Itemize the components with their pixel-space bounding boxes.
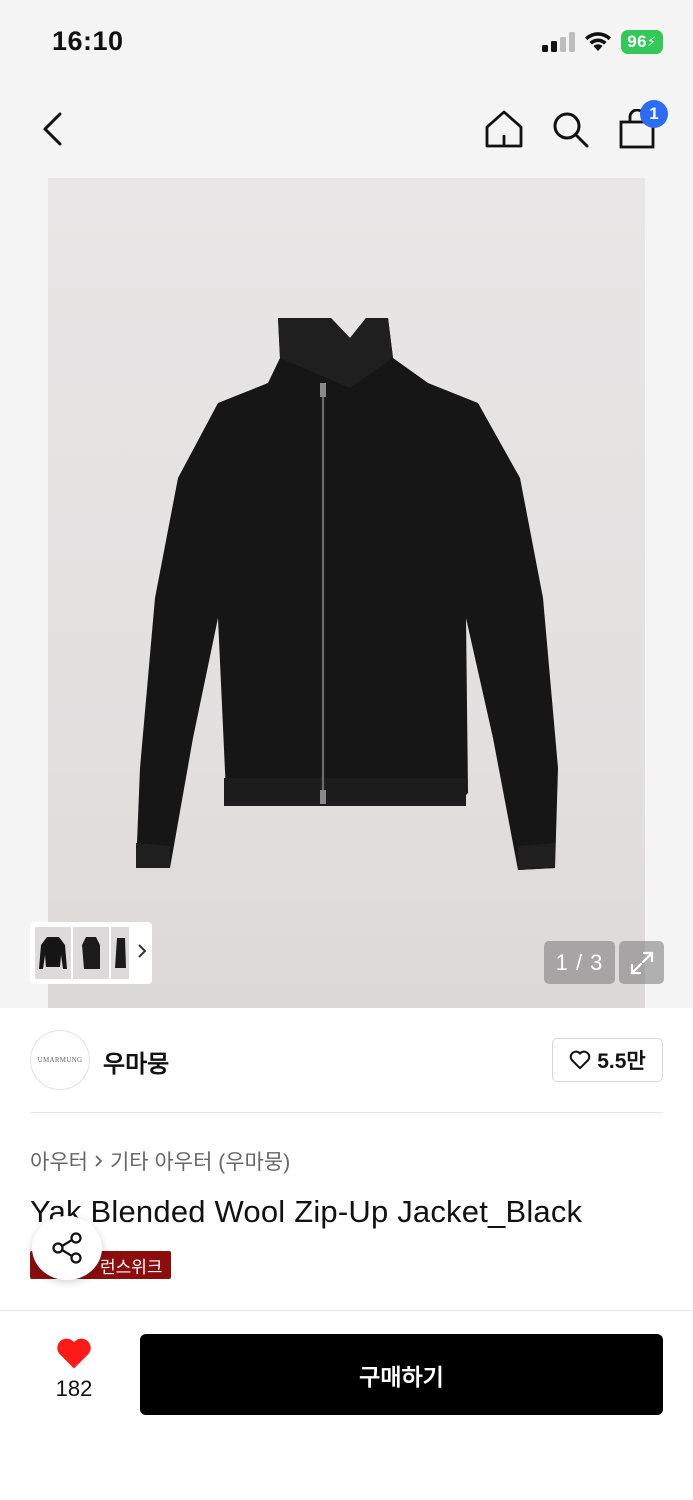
share-button[interactable] [32,1216,102,1280]
brand-logo[interactable]: UMARMUNG [30,1030,90,1090]
search-button[interactable] [547,106,593,152]
status-bar: 16:10 96 ⚡ [0,0,693,86]
wifi-icon [583,30,613,52]
image-counter: 1 / 3 [544,941,615,984]
battery-level: 96 [627,32,648,51]
breadcrumb-category[interactable]: 아우터 [30,1146,88,1176]
product-title: Yak Blended Wool Zip-Up Jacket_Black [30,1194,583,1229]
home-button[interactable] [481,106,527,152]
breadcrumb: 아우터 기타 아우터 (우마뭉) [30,1146,290,1176]
chevron-right-icon[interactable] [137,942,147,965]
product-like-count: 182 [55,1376,93,1401]
chevron-right-icon [95,1155,103,1167]
product-like-button[interactable]: 182 [40,1336,108,1402]
cart-count-badge: 1 [640,100,668,128]
product-image[interactable] [48,178,645,1008]
share-icon [52,1232,82,1264]
divider [30,1112,663,1113]
heart-outline-icon [569,1050,591,1070]
expand-icon [630,951,653,974]
brand-name[interactable]: 우마뭉 [103,1044,169,1079]
heart-filled-icon [57,1338,91,1369]
status-time: 16:10 [52,26,124,56]
bottom-bar-divider [0,1310,693,1311]
brand-row: UMARMUNG 우마뭉 5.5만 [30,1030,663,1090]
thumbnail-1[interactable] [35,927,71,979]
brand-like-button[interactable]: 5.5만 [552,1038,663,1082]
cart-button[interactable]: 1 [614,100,668,152]
search-icon [553,112,589,148]
buy-button[interactable]: 구매하기 [140,1334,663,1415]
battery-icon: 96 ⚡ [621,30,663,54]
expand-image-button[interactable] [619,941,664,984]
breadcrumb-subcategory[interactable]: 기타 아우터 (우마뭉) [110,1146,290,1176]
top-nav: 1 [0,96,693,166]
jacket-photo [136,318,558,870]
thumbnail-strip[interactable] [30,922,152,984]
back-button[interactable] [30,106,76,152]
home-icon [485,110,523,148]
thumbnail-3[interactable] [111,927,129,979]
chevron-left-icon [43,112,62,146]
thumbnail-jacket-image [39,937,67,969]
thumbnail-jacket-back-image [115,938,126,968]
thumbnail-2[interactable] [73,927,109,979]
thumbnail-jacket-side-image [82,937,100,969]
brand-like-count: 5.5만 [597,1050,646,1073]
cellular-signal-icon [542,32,576,52]
